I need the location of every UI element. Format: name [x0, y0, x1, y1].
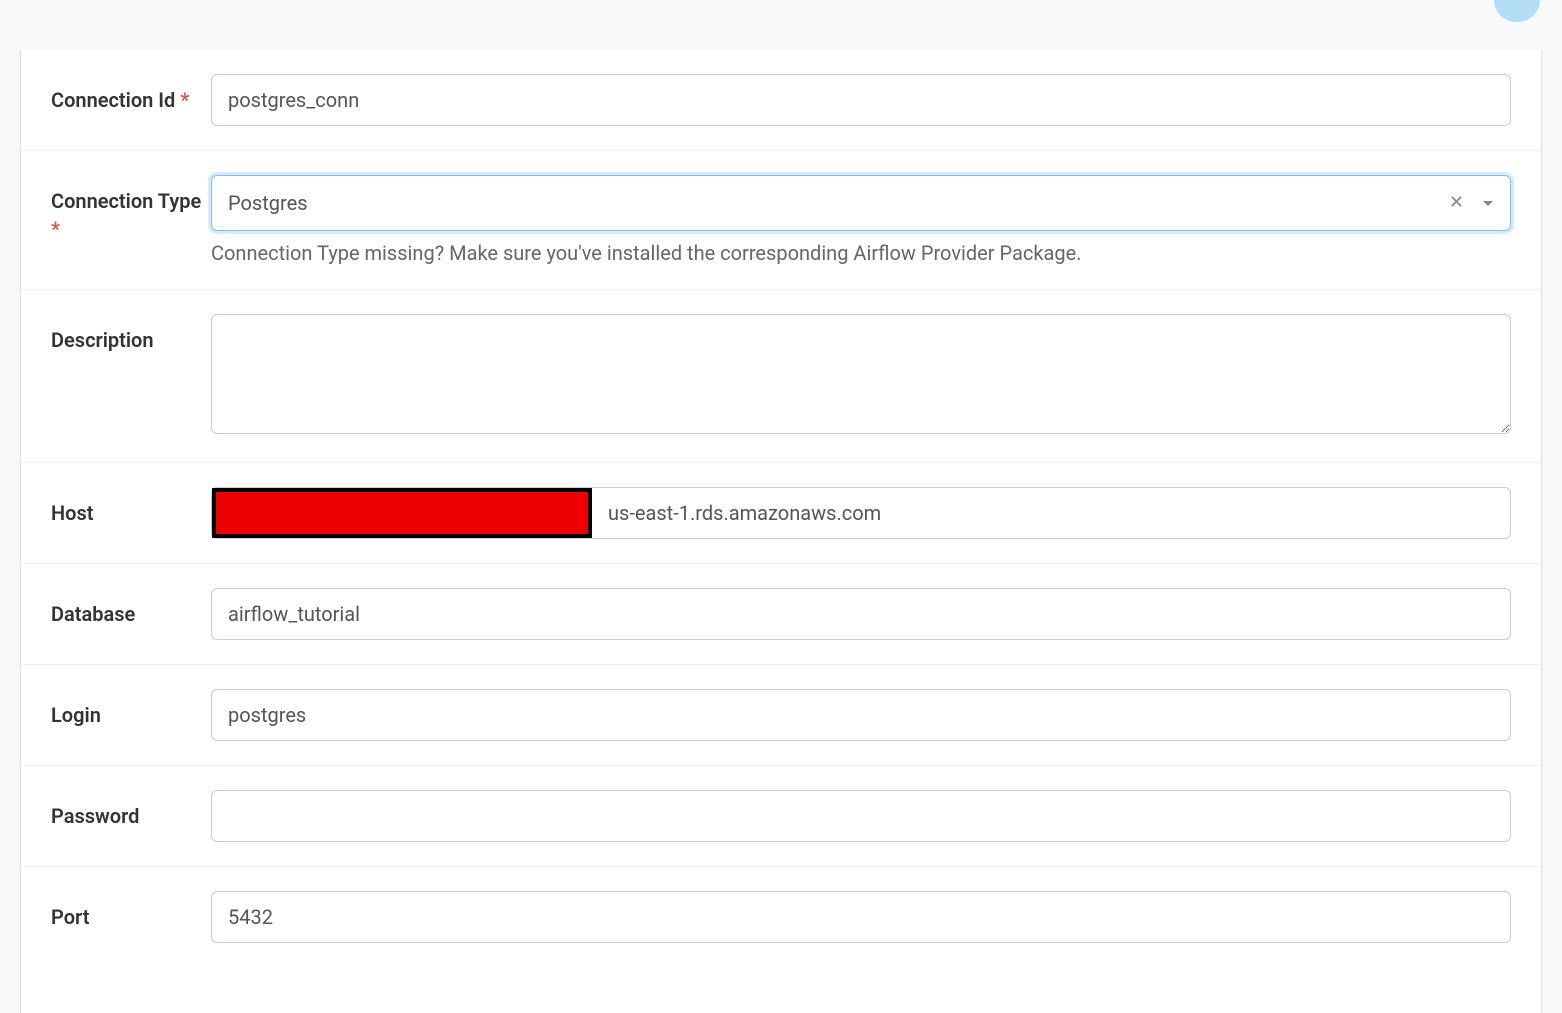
port-input[interactable] [211, 891, 1511, 943]
label-text-description: Description [51, 328, 154, 352]
required-mark: * [51, 217, 60, 241]
label-text-port: Port [51, 905, 89, 929]
label-text-password: Password [51, 804, 139, 828]
label-text-host: Host [51, 501, 93, 525]
password-input[interactable] [211, 790, 1511, 842]
chevron-down-icon[interactable] [1482, 200, 1494, 207]
label-login: Login [51, 689, 211, 729]
label-connection-id: Connection Id * [51, 74, 211, 114]
row-host: Host [21, 463, 1541, 564]
label-text-connection-type: Connection Type [51, 189, 201, 213]
label-text-login: Login [51, 703, 101, 727]
clear-icon[interactable]: ✕ [1449, 194, 1464, 212]
connection-type-value: Postgres [228, 191, 1449, 215]
description-textarea[interactable] [211, 314, 1511, 434]
connection-type-helper: Connection Type missing? Make sure you'v… [211, 241, 1511, 265]
row-password: Password [21, 766, 1541, 867]
label-description: Description [51, 314, 211, 354]
label-password: Password [51, 790, 211, 830]
host-input[interactable] [211, 487, 1511, 539]
label-database: Database [51, 588, 211, 628]
row-connection-id: Connection Id * [21, 50, 1541, 151]
connection-type-select[interactable]: Postgres ✕ [211, 175, 1511, 231]
label-text-connection-id: Connection Id [51, 88, 175, 112]
login-input[interactable] [211, 689, 1511, 741]
label-text-database: Database [51, 602, 135, 626]
label-host: Host [51, 487, 211, 527]
row-connection-type: Connection Type * Postgres ✕ Connection … [21, 151, 1541, 290]
row-port: Port [21, 867, 1541, 967]
connection-id-input[interactable] [211, 74, 1511, 126]
row-login: Login [21, 665, 1541, 766]
row-database: Database [21, 564, 1541, 665]
required-mark: * [180, 88, 189, 112]
avatar-circle-partial[interactable] [1494, 0, 1540, 22]
database-input[interactable] [211, 588, 1511, 640]
row-description: Description [21, 290, 1541, 463]
connection-form: Connection Id * Connection Type * Postgr… [20, 50, 1542, 1013]
label-port: Port [51, 891, 211, 931]
label-connection-type: Connection Type * [51, 175, 211, 243]
